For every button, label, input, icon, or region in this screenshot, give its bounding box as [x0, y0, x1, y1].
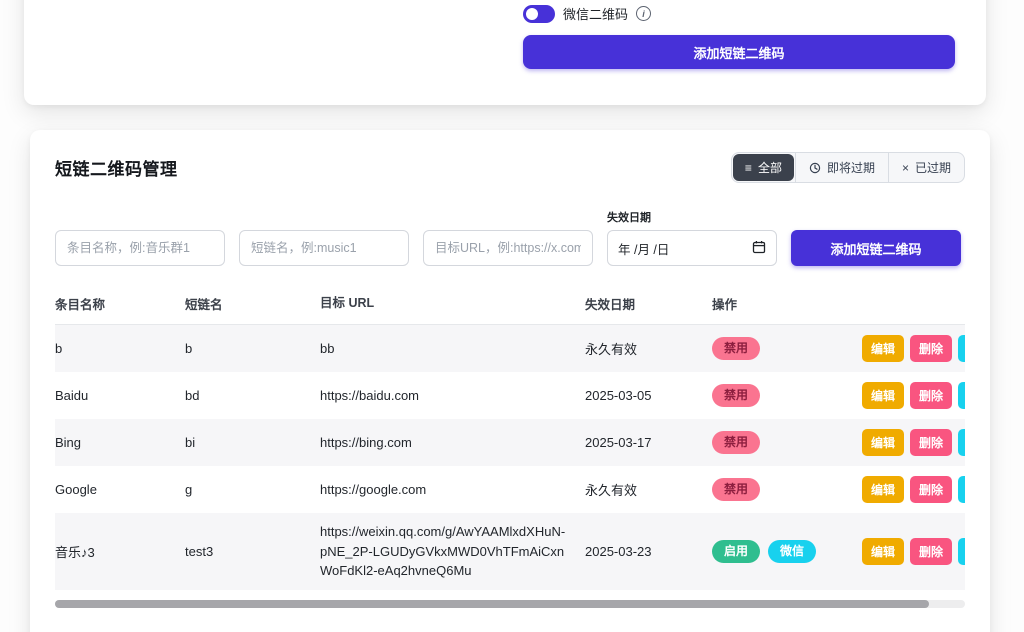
shortlink-manager-card: 短链二维码管理 ≡ 全部 即将过期 × 已过期	[30, 130, 990, 632]
cell-name: b	[55, 341, 185, 356]
table-row: 音乐♪3 test3 https://weixin.qq.com/g/AwYAA…	[55, 513, 965, 590]
cell-name: Google	[55, 482, 185, 497]
edit-button[interactable]: 编辑	[862, 429, 904, 456]
cell-name: 音乐♪3	[55, 542, 185, 561]
cell-name: Baidu	[55, 388, 185, 403]
horizontal-scrollbar-thumb[interactable]	[55, 600, 929, 608]
qrcode-button[interactable]: 二维码	[958, 476, 965, 503]
edit-button[interactable]: 编辑	[862, 335, 904, 362]
cell-actions: 编辑 删除 二维码	[862, 382, 965, 409]
cell-expiry: 2025-03-23	[585, 544, 712, 559]
table-row: Baidu bd https://baidu.com 2025-03-05 禁用…	[55, 372, 965, 419]
add-shortlink-qrcode-button[interactable]: 添加短链二维码	[523, 35, 955, 69]
table-header-row: 条目名称 短链名 目标 URL 失效日期 操作	[55, 294, 965, 325]
edit-button[interactable]: 编辑	[862, 476, 904, 503]
cell-url: https://baidu.com	[320, 386, 585, 406]
list-icon: ≡	[745, 162, 752, 174]
col-header-expiry: 失效日期	[585, 294, 712, 313]
cell-expiry: 永久有效	[585, 339, 712, 358]
cell-actions: 编辑 删除 二维码	[862, 538, 965, 565]
col-header-slug: 短链名	[185, 294, 320, 313]
qrcode-button[interactable]: 二维码	[958, 335, 965, 362]
wechat-toggle[interactable]	[523, 5, 555, 23]
cell-actions: 编辑 删除 二维码	[862, 476, 965, 503]
expiry-date-input[interactable]: 年 /月 /日	[607, 230, 777, 266]
cell-url: bb	[320, 339, 585, 359]
tab-all[interactable]: ≡ 全部	[733, 154, 794, 181]
status-badge-disabled: 禁用	[712, 431, 760, 454]
screen: 微信二维码 i 添加短链二维码 短链二维码管理 ≡ 全部 即将过期 ×	[0, 0, 1024, 632]
clock-icon	[809, 162, 821, 174]
delete-button[interactable]: 删除	[910, 429, 952, 456]
delete-button[interactable]: 删除	[910, 538, 952, 565]
cell-slug: bi	[185, 435, 320, 450]
cell-url: https://google.com	[320, 480, 585, 500]
cell-expiry: 2025-03-05	[585, 388, 712, 403]
cell-actions: 编辑 删除 二维码	[862, 429, 965, 456]
add-qrcode-card: 微信二维码 i 添加短链二维码	[24, 0, 986, 105]
calendar-icon	[752, 240, 766, 257]
status-badge-enabled: 启用	[712, 540, 760, 563]
tab-expiring-soon[interactable]: 即将过期	[795, 153, 888, 182]
qrcode-button[interactable]: 二维码	[958, 382, 965, 409]
delete-button[interactable]: 删除	[910, 382, 952, 409]
horizontal-scrollbar-track	[55, 600, 965, 608]
status-badge-disabled: 禁用	[712, 478, 760, 501]
cell-url: https://weixin.qq.com/g/AwYAAMlxdXHuN-pN…	[320, 522, 585, 581]
table-wrap: 条目名称 短链名 目标 URL 失效日期 操作 b b bb 永久有效 禁用 编…	[55, 294, 965, 590]
col-header-name: 条目名称	[55, 294, 185, 313]
table-row: b b bb 永久有效 禁用 编辑 删除 二维码	[55, 325, 965, 372]
status-badge-disabled: 禁用	[712, 337, 760, 360]
filter-row: 失效日期 年 /月 /日 添加短链二维码	[55, 209, 965, 266]
edit-button[interactable]: 编辑	[862, 382, 904, 409]
delete-button[interactable]: 删除	[910, 335, 952, 362]
cell-slug: g	[185, 482, 320, 497]
tab-expired[interactable]: × 已过期	[888, 153, 964, 182]
cell-expiry: 2025-03-17	[585, 435, 712, 450]
wechat-toggle-row: 微信二维码 i	[523, 4, 651, 23]
add-shortlink-qrcode-button-filter[interactable]: 添加短链二维码	[791, 230, 961, 266]
tab-expired-label: 已过期	[915, 159, 951, 176]
delete-button[interactable]: 删除	[910, 476, 952, 503]
expiry-date-label: 失效日期	[607, 209, 777, 225]
entry-name-input[interactable]	[55, 230, 225, 266]
table-row: Google g https://google.com 永久有效 禁用 编辑 删…	[55, 466, 965, 513]
tab-expiring-label: 即将过期	[827, 159, 875, 176]
page-title: 短链二维码管理	[55, 155, 178, 180]
edit-button[interactable]: 编辑	[862, 538, 904, 565]
cell-url: https://bing.com	[320, 433, 585, 453]
info-icon: i	[636, 6, 651, 21]
tab-all-label: 全部	[758, 159, 782, 176]
cell-slug: bd	[185, 388, 320, 403]
toggle-knob	[526, 8, 538, 20]
shortlink-name-input[interactable]	[239, 230, 409, 266]
target-url-input[interactable]	[423, 230, 593, 266]
header-row: 短链二维码管理 ≡ 全部 即将过期 × 已过期	[55, 152, 965, 183]
cell-status: 启用 微信	[712, 540, 862, 563]
table-row: Bing bi https://bing.com 2025-03-17 禁用 编…	[55, 419, 965, 466]
cell-slug: test3	[185, 544, 320, 559]
status-badge-disabled: 禁用	[712, 384, 760, 407]
wechat-badge: 微信	[768, 540, 816, 563]
qrcode-button[interactable]: 二维码	[958, 429, 965, 456]
filter-tabs: ≡ 全部 即将过期 × 已过期	[731, 152, 965, 183]
expiry-date-group: 失效日期 年 /月 /日	[607, 209, 777, 266]
date-placeholder: 年 /月 /日	[618, 239, 669, 258]
cell-expiry: 永久有效	[585, 480, 712, 499]
cell-slug: b	[185, 341, 320, 356]
x-icon: ×	[902, 162, 909, 174]
wechat-toggle-label: 微信二维码	[563, 4, 628, 23]
qrcode-button[interactable]: 二维码	[958, 538, 965, 565]
col-header-actions: 操作	[712, 294, 862, 313]
col-header-url: 目标 URL	[320, 294, 585, 313]
cell-actions: 编辑 删除 二维码	[862, 335, 965, 362]
cell-name: Bing	[55, 435, 185, 450]
shortlink-table: 条目名称 短链名 目标 URL 失效日期 操作 b b bb 永久有效 禁用 编…	[55, 294, 965, 590]
